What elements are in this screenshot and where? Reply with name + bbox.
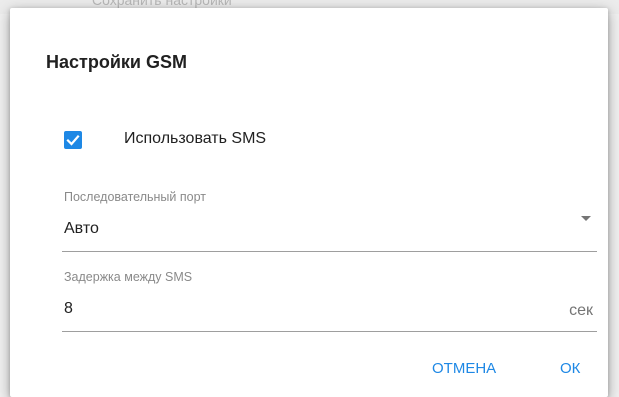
use-sms-row[interactable]: Использовать SMS (64, 126, 266, 154)
serial-port-select[interactable]: Последовательный порт Авто (62, 190, 597, 252)
serial-port-underline (62, 251, 597, 252)
background-partial-text: Сохранить настройки (92, 0, 232, 8)
dialog-title: Настройки GSM (46, 52, 187, 72)
ok-button[interactable]: ОК (560, 360, 580, 377)
serial-port-label: Последовательный порт (64, 190, 206, 204)
sms-delay-underline (62, 331, 597, 332)
checkmark-icon (66, 134, 80, 146)
sms-delay-input[interactable]: 8 (64, 300, 73, 318)
serial-port-value[interactable]: Авто (64, 220, 99, 238)
use-sms-label[interactable]: Использовать SMS (124, 130, 266, 148)
sms-delay-field[interactable]: Задержка между SMS 8 сек (62, 270, 597, 332)
dropdown-arrow-icon[interactable] (581, 216, 591, 221)
sms-delay-label: Задержка между SMS (64, 270, 193, 284)
use-sms-checkbox[interactable] (64, 131, 82, 149)
gsm-settings-dialog: Настройки GSM Использовать SMS Последова… (10, 8, 608, 397)
cancel-button[interactable]: ОТМЕНА (432, 360, 496, 377)
sms-delay-unit: сек (569, 302, 593, 319)
